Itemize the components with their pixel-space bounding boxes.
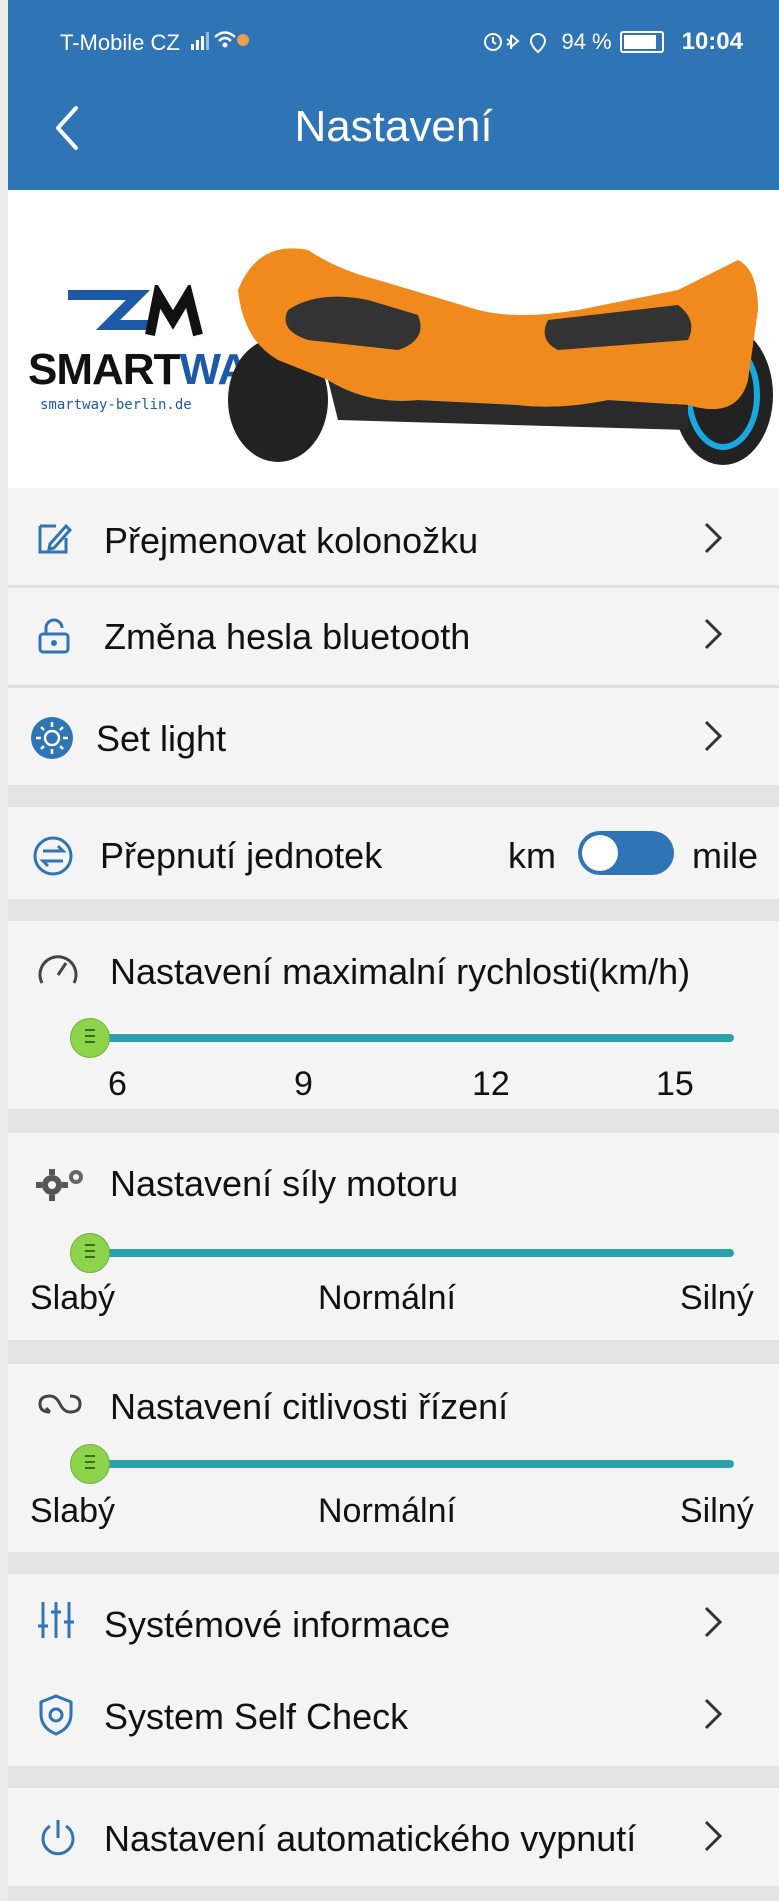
bluetooth-password-label: Změna hesla bluetooth (104, 616, 471, 657)
lock-icon (38, 618, 70, 654)
section-gap (8, 1109, 779, 1133)
gears-icon (36, 1169, 83, 1201)
section-gap (8, 1766, 779, 1788)
status-right: 94 % 10:04 (483, 28, 743, 56)
steering-tick: Silný (680, 1492, 754, 1530)
max-speed-section: Nastavení maximalní rychlosti(km/h) 6 9 … (8, 921, 779, 1109)
steering-sensitivity-slider[interactable] (70, 1444, 734, 1484)
sun-icon (31, 717, 73, 759)
self-check-label: System Self Check (104, 1696, 409, 1737)
speed-tick: 15 (656, 1065, 694, 1103)
steering-tick: Normální (318, 1492, 456, 1530)
app-frame: T-Mobile CZ 94 % 10:04 Nastavení SMARTWA… (8, 0, 779, 1901)
smartway-logo: SMARTWAY smartway-berlin.de (28, 285, 274, 413)
shield-gear-icon (39, 1694, 73, 1736)
menu-item-auto-off[interactable]: Nastavení automatického vypnutí (8, 1788, 779, 1886)
chevron-right-icon (704, 1698, 723, 1730)
smartway-mark-icon (68, 285, 203, 337)
section-gap (8, 1552, 779, 1574)
motor-tick: Silný (680, 1279, 754, 1317)
auto-off-label: Nastavení automatického vypnutí (104, 1818, 637, 1859)
clock: 10:04 (681, 28, 743, 55)
motor-power-label: Nastavení síly motoru (110, 1163, 459, 1204)
chevron-right-icon (704, 618, 723, 650)
units-label: Přepnutí jednotek (100, 835, 383, 876)
menu-item-system-info[interactable]: Systémové informace (8, 1574, 779, 1670)
alarm-bluetooth-location-icon (484, 32, 547, 54)
brand-url: smartway-berlin.de (40, 397, 192, 413)
menu-item-bluetooth-password[interactable]: Změna hesla bluetooth (8, 588, 779, 685)
units-toggle[interactable] (578, 831, 674, 875)
chevron-right-icon (704, 522, 723, 554)
slider-thumb[interactable] (70, 1444, 110, 1484)
units-switch-row: Přepnutí jednotek km mile (8, 807, 779, 899)
units-mile-label: mile (692, 835, 759, 876)
chevron-right-icon (704, 1606, 723, 1638)
battery-icon (619, 31, 664, 53)
speedometer-icon (38, 955, 78, 984)
slider-thumb[interactable] (70, 1018, 110, 1058)
hero-banner: SMARTWAY smartway-berlin.de (8, 190, 779, 488)
speed-tick: 6 (108, 1065, 127, 1103)
swap-icon (33, 836, 73, 876)
speed-tick: 9 (294, 1065, 313, 1103)
motor-power-section: Nastavení síly motoru Slabý Normální Sil… (8, 1133, 779, 1340)
battery-percent: 94 % (561, 29, 612, 54)
top-bar: T-Mobile CZ 94 % 10:04 Nastavení (8, 0, 779, 190)
section-gap (8, 899, 779, 921)
steering-sensitivity-section: Nastavení citlivosti řízení Slabý Normál… (8, 1364, 779, 1552)
units-km-label: km (508, 835, 556, 876)
menu-item-self-check[interactable]: System Self Check (8, 1670, 779, 1766)
motor-tick: Slabý (30, 1279, 116, 1317)
chevron-right-icon (704, 1820, 723, 1852)
status-bar: T-Mobile CZ 94 % 10:04 (8, 18, 779, 66)
set-light-label: Set light (96, 718, 227, 759)
system-info-label: Systémové informace (104, 1604, 451, 1645)
max-speed-label: Nastavení maximalní rychlosti(km/h) (110, 951, 691, 992)
infinity-link-icon (38, 1394, 82, 1414)
section-gap (8, 1886, 779, 1901)
carrier-name: T-Mobile CZ (60, 30, 180, 55)
max-speed-slider[interactable] (70, 1018, 734, 1058)
section-gap (8, 1340, 779, 1364)
sliders-icon (38, 1602, 74, 1638)
menu-item-set-light[interactable]: Set light (8, 688, 779, 785)
section-gap (8, 785, 779, 807)
edit-icon (38, 523, 72, 554)
speed-tick: 12 (472, 1065, 510, 1103)
signal-wifi-icon (191, 31, 249, 50)
chevron-right-icon (704, 720, 723, 752)
motor-tick: Normální (318, 1279, 456, 1317)
steering-tick: Slabý (30, 1492, 116, 1530)
page-title: Nastavení (294, 102, 493, 151)
slider-thumb[interactable] (70, 1233, 110, 1273)
hoverboard-image (228, 248, 773, 465)
menu-item-rename[interactable]: Přejmenovat kolonožku (8, 488, 779, 588)
power-icon (41, 1820, 75, 1856)
motor-power-slider[interactable] (70, 1233, 734, 1273)
steering-sensitivity-label: Nastavení citlivosti řízení (110, 1386, 509, 1427)
rename-label: Přejmenovat kolonožku (104, 520, 479, 561)
